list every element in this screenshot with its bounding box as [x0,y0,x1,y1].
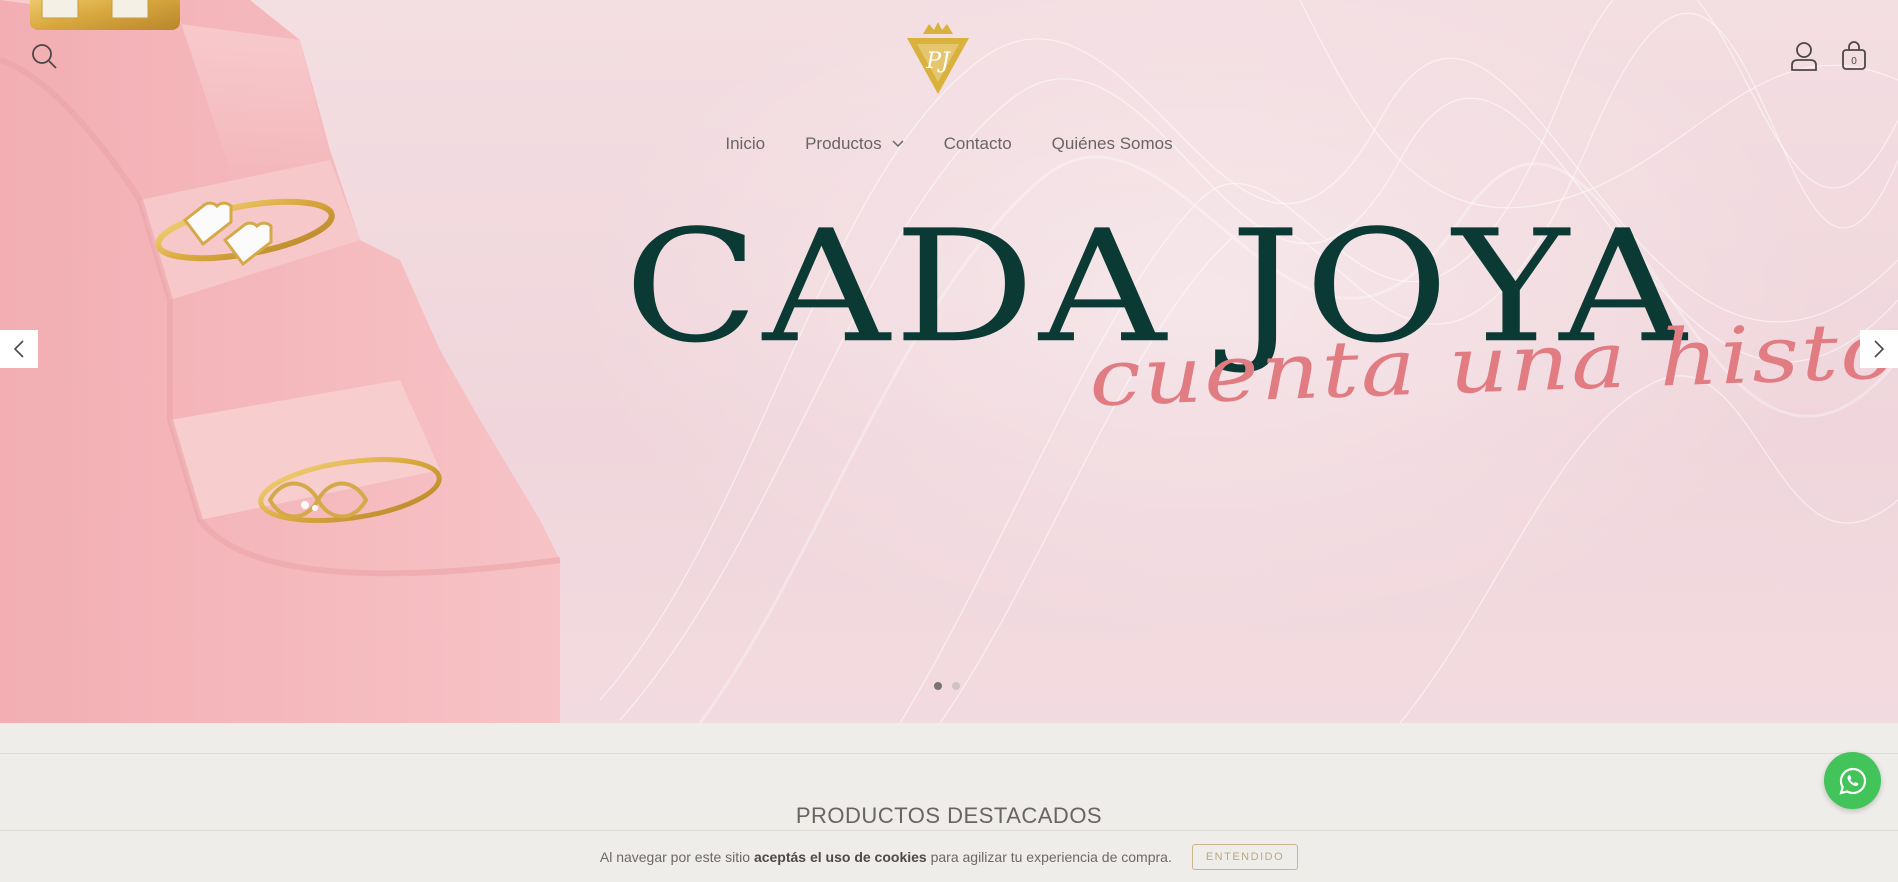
main-nav: Inicio Productos Contacto Quiénes Somos [0,130,1898,158]
featured-products-title: PRODUCTOS DESTACADOS [795,803,1103,828]
cookie-text-before: Al navegar por este sitio [599,848,754,865]
slider-dot-2[interactable] [952,682,960,690]
user-icon [1791,42,1817,71]
cookie-message: Al navegar por este sitio aceptás el uso… [600,849,1172,865]
shopping-bag-icon: 0 [1842,41,1866,70]
chevron-left-icon [13,340,24,358]
account-button[interactable] [1786,38,1822,74]
search-button[interactable] [26,38,62,74]
product-display-image [0,0,561,723]
cart-count: 0 [1851,56,1857,67]
nav-item-productos[interactable]: Productos [785,130,924,158]
chevron-down-icon [892,140,904,148]
slider-next-button[interactable] [1860,330,1898,368]
slider-prev-button[interactable] [0,330,38,368]
search-icon [32,44,57,69]
hero-slider: PJ 0 Inicio Productos Contacto Quiénes S [0,0,1898,723]
slider-dot-1[interactable] [934,682,942,690]
nav-item-contacto[interactable]: Contacto [924,130,1032,158]
section-divider [0,753,1898,754]
brand-logo[interactable]: PJ [903,20,973,96]
svg-text:PJ: PJ [925,49,951,74]
chevron-right-icon [1874,340,1885,358]
cart-button[interactable]: 0 [1836,38,1872,74]
nav-item-inicio[interactable]: Inicio [705,130,785,158]
whatsapp-button[interactable] [1824,752,1881,809]
cookie-banner: Al navegar por este sitio aceptás el uso… [0,830,1898,882]
nav-item-label: Quiénes Somos [1051,134,1173,153]
whatsapp-icon [1838,767,1866,795]
nav-item-label: Contacto [943,134,1012,153]
nav-item-label: Productos [805,134,882,153]
cookie-text-after: para agilizar tu experiencia de compra. [926,848,1172,865]
accept-cookies-button[interactable]: ENTENDIDO [1191,843,1299,870]
nav-item-label: Inicio [725,134,766,153]
cookie-text-bold: aceptás el uso de cookies [753,848,927,865]
nav-item-quienes-somos[interactable]: Quiénes Somos [1032,130,1193,158]
slider-pagination [934,682,960,690]
